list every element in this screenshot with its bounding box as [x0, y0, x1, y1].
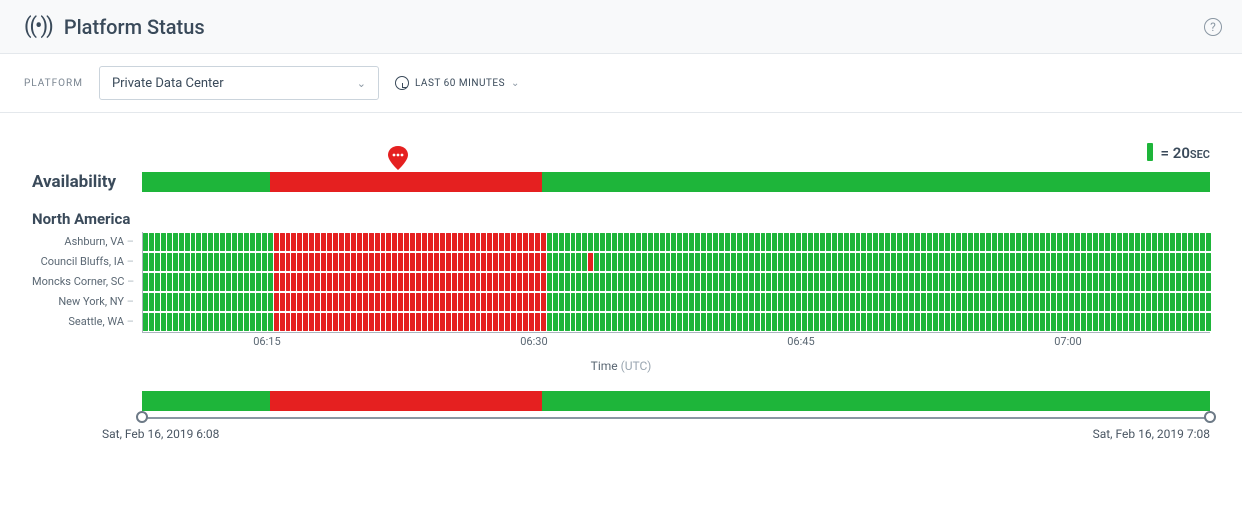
chart-area: Ashburn, VACouncil Bluffs, IAMoncks Corn…: [32, 232, 1210, 333]
location-label: Ashburn, VA: [32, 232, 134, 252]
chart-plot: [142, 232, 1210, 333]
content: = 20SEC Availability North America Ashbu…: [0, 113, 1242, 461]
availability-marker-icon[interactable]: [387, 146, 409, 172]
region-label: North America: [32, 210, 1210, 228]
heatmap-row: [143, 232, 1210, 252]
clock-icon: [395, 76, 409, 90]
broadcast-icon: ((•)): [24, 14, 52, 39]
availability-label: Availability: [32, 172, 142, 192]
location-labels: Ashburn, VACouncil Bluffs, IAMoncks Corn…: [32, 232, 142, 333]
location-label: New York, NY: [32, 292, 134, 312]
page-header: ((•)) Platform Status ?: [0, 0, 1242, 54]
legend-chip: [1147, 143, 1153, 161]
x-tick-label: 06:45: [787, 335, 814, 348]
brush-handle-end[interactable]: [1204, 411, 1216, 423]
brush-end-label: Sat, Feb 16, 2019 7:08: [1093, 427, 1210, 441]
x-axis-title: Time (UTC): [32, 359, 1210, 373]
help-icon[interactable]: ?: [1204, 18, 1222, 36]
brush-bar[interactable]: [142, 391, 1210, 411]
toolbar: PLATFORM Private Data Center ⌄ LAST 60 M…: [0, 54, 1242, 113]
location-label: Seattle, WA: [32, 312, 134, 332]
brush: Sat, Feb 16, 2019 6:08 Sat, Feb 16, 2019…: [142, 391, 1210, 441]
heatmap-row: [143, 292, 1210, 312]
heatmap-row: [143, 252, 1210, 272]
x-axis-label: Time: [591, 359, 618, 373]
legend-value: 20: [1173, 144, 1190, 162]
legend-unit: SEC: [1190, 148, 1210, 161]
location-label: Council Bluffs, IA: [32, 252, 134, 272]
heatmap-row: [143, 272, 1210, 292]
availability-bar: [142, 172, 1210, 192]
time-range-select[interactable]: LAST 60 MINUTES ⌄: [395, 76, 520, 90]
page-title: Platform Status: [64, 15, 205, 39]
location-label: Moncks Corner, SC: [32, 272, 134, 292]
chevron-down-icon: ⌄: [511, 78, 520, 89]
platform-select-value: Private Data Center: [112, 76, 224, 91]
heatmap-row: [143, 312, 1210, 332]
brush-labels: Sat, Feb 16, 2019 6:08 Sat, Feb 16, 2019…: [102, 427, 1210, 441]
brush-handle-start[interactable]: [136, 411, 148, 423]
x-tick-label: 07:00: [1054, 335, 1081, 348]
x-tick-label: 06:30: [520, 335, 547, 348]
brush-start-label: Sat, Feb 16, 2019 6:08: [102, 427, 219, 441]
x-axis-tz: (UTC): [621, 359, 652, 373]
platform-select[interactable]: Private Data Center ⌄: [99, 66, 379, 100]
brush-track[interactable]: [142, 417, 1210, 419]
chevron-down-icon: ⌄: [357, 77, 366, 90]
availability-row: Availability: [32, 172, 1210, 192]
x-tick-label: 06:15: [253, 335, 280, 348]
x-axis: 06:15 06:30 06:45 07:00: [142, 333, 1210, 349]
time-range-label: LAST 60 MINUTES: [415, 78, 505, 89]
platform-label: PLATFORM: [24, 78, 83, 89]
legend: = 20SEC: [32, 143, 1210, 162]
